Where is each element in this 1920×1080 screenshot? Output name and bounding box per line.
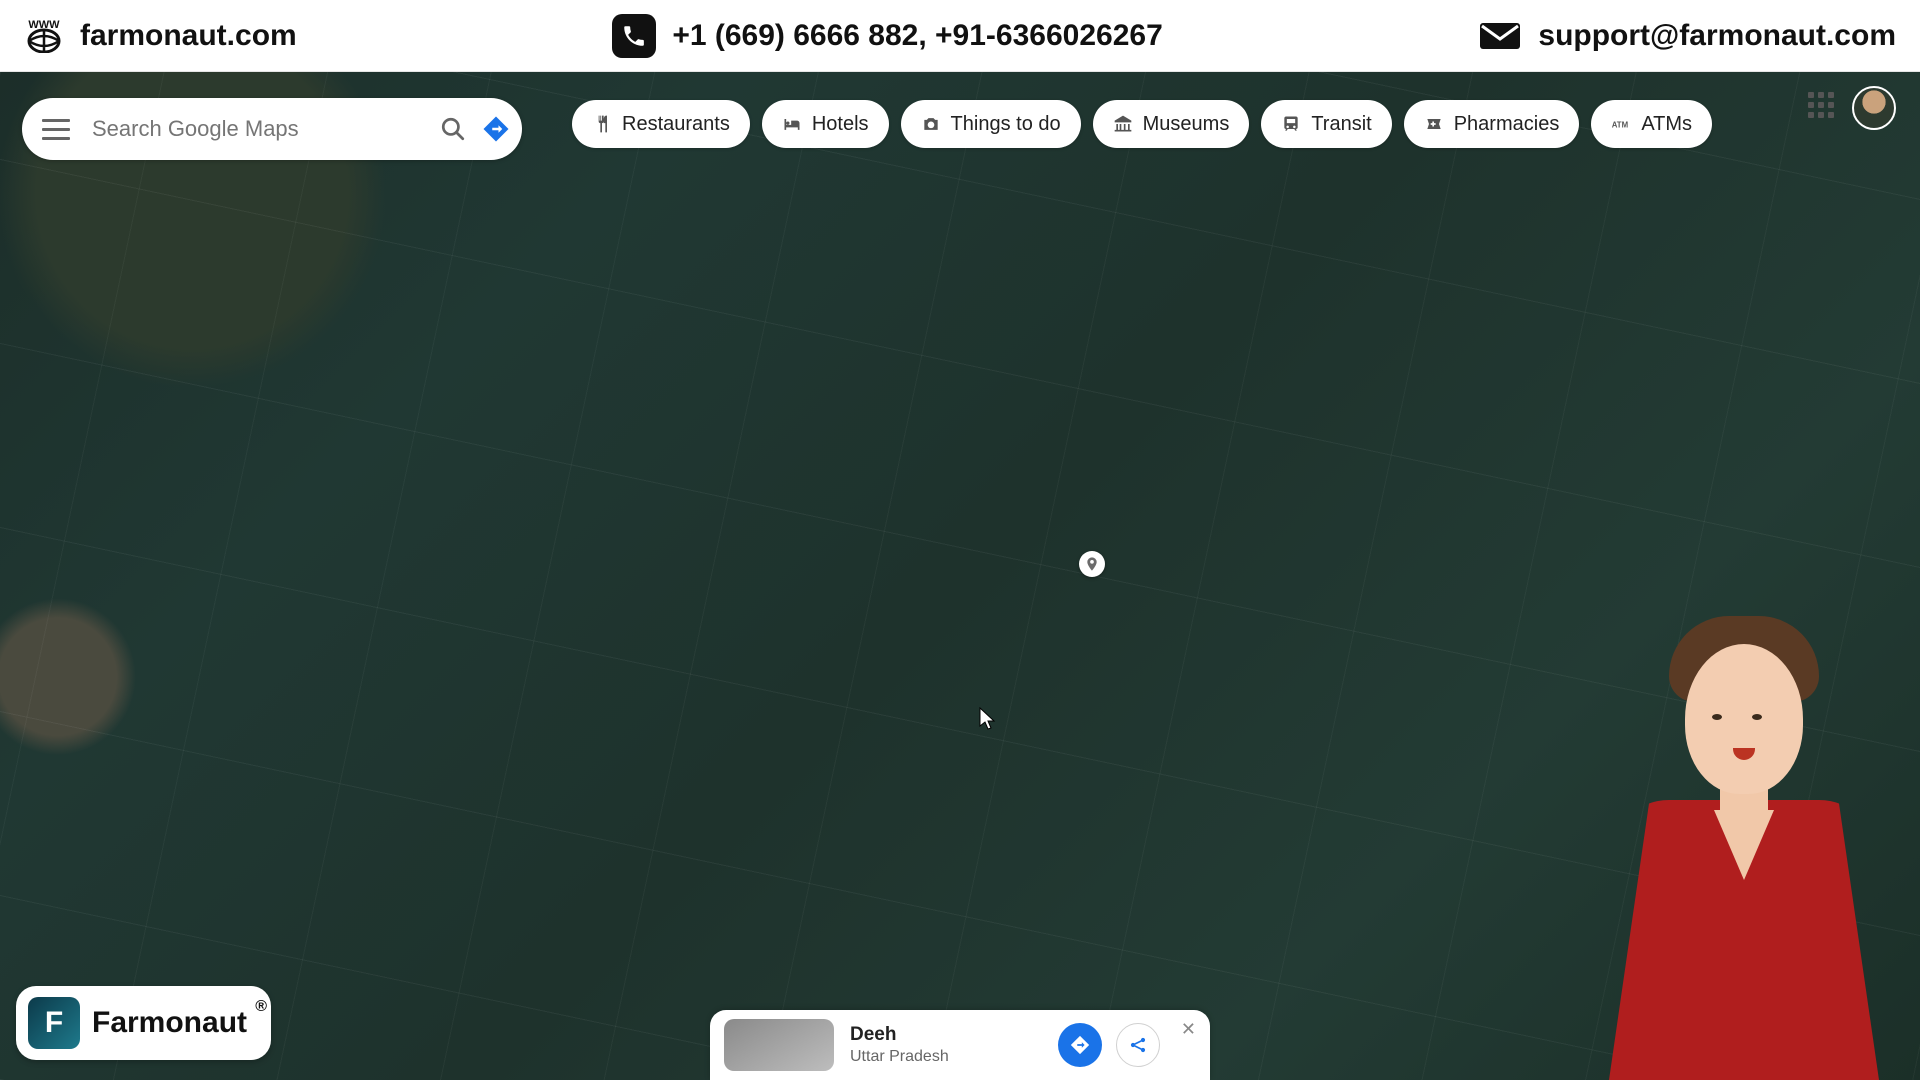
phone-text: +1 (669) 6666 882, +91-6366026267 (672, 19, 1162, 53)
chip-label: Pharmacies (1454, 113, 1560, 136)
category-chips: Restaurants Hotels Things to do Museums … (572, 100, 1712, 148)
museum-icon (1113, 114, 1133, 134)
email-text: support@farmonaut.com (1538, 19, 1896, 53)
map-pin-icon[interactable] (1079, 551, 1105, 577)
chip-label: Transit (1311, 113, 1371, 136)
svg-text:ATM: ATM (1612, 121, 1629, 130)
globe-www-icon: WWW (24, 19, 64, 53)
map-canvas[interactable]: Restaurants Hotels Things to do Museums … (0, 72, 1920, 1080)
chip-pharmacies[interactable]: Pharmacies (1404, 100, 1580, 148)
place-thumbnail[interactable] (724, 1019, 834, 1071)
farmonaut-logo-icon: F (28, 997, 80, 1049)
email-item[interactable]: support@farmonaut.com (1478, 19, 1896, 53)
chip-atms[interactable]: ATM ATMs (1591, 100, 1712, 148)
place-close-button[interactable]: ✕ (1181, 1020, 1196, 1038)
search-icon[interactable] (440, 116, 466, 142)
place-card: Deeh Uttar Pradesh ✕ (710, 1010, 1210, 1080)
farmonaut-badge: F Farmonaut® (16, 986, 271, 1060)
camera-icon (921, 114, 941, 134)
place-subtitle: Uttar Pradesh (850, 1048, 1042, 1066)
chip-hotels[interactable]: Hotels (762, 100, 889, 148)
chip-label: Restaurants (622, 113, 730, 136)
transit-icon (1281, 114, 1301, 134)
mail-icon (1478, 19, 1522, 53)
directions-icon (1069, 1034, 1091, 1056)
chip-label: Hotels (812, 113, 869, 136)
phone-item[interactable]: +1 (669) 6666 882, +91-6366026267 (612, 14, 1162, 58)
badge-trademark: ® (255, 998, 267, 1016)
search-bar (22, 98, 522, 160)
cursor-icon (979, 707, 997, 737)
place-actions (1058, 1023, 1160, 1067)
menu-icon[interactable] (42, 115, 70, 143)
presenter-figure (1594, 640, 1894, 1080)
chip-museums[interactable]: Museums (1093, 100, 1250, 148)
contact-bar: WWW farmonaut.com +1 (669) 6666 882, +91… (0, 0, 1920, 72)
place-title: Deeh (850, 1024, 1042, 1046)
chip-restaurants[interactable]: Restaurants (572, 100, 750, 148)
place-share-button[interactable] (1116, 1023, 1160, 1067)
badge-brand-text: Farmonaut® (92, 1006, 247, 1040)
restaurant-icon (592, 114, 612, 134)
place-directions-button[interactable] (1058, 1023, 1102, 1067)
chip-transit[interactable]: Transit (1261, 100, 1391, 148)
google-apps-icon[interactable] (1808, 92, 1836, 120)
account-avatar[interactable] (1852, 86, 1896, 130)
website-text: farmonaut.com (80, 19, 297, 53)
website-item[interactable]: WWW farmonaut.com (24, 19, 297, 53)
chip-things-to-do[interactable]: Things to do (901, 100, 1081, 148)
phone-icon (612, 14, 656, 58)
place-info: Deeh Uttar Pradesh (850, 1024, 1042, 1066)
share-icon (1128, 1035, 1148, 1055)
svg-text:WWW: WWW (28, 19, 60, 31)
pharmacy-icon (1424, 114, 1444, 134)
directions-icon[interactable] (478, 111, 514, 147)
chip-label: Museums (1143, 113, 1230, 136)
chip-label: Things to do (951, 113, 1061, 136)
hotel-icon (782, 114, 802, 134)
atm-icon: ATM (1611, 114, 1631, 134)
chip-label: ATMs (1641, 113, 1692, 136)
search-input[interactable] (92, 116, 428, 142)
badge-brand-label: Farmonaut (92, 1006, 247, 1039)
